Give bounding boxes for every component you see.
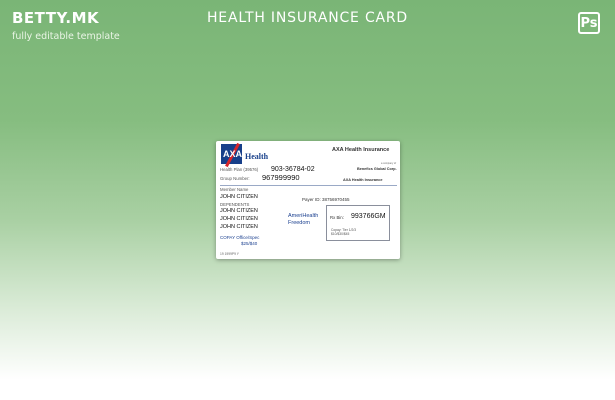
plan-name: AmeriHealth: [288, 213, 319, 219]
logo-text: AXA: [223, 149, 243, 159]
group-number-label: Group Number:: [220, 176, 250, 181]
dependents-label: DEPENDENTS: [220, 202, 250, 207]
dependent-name: JOHN CITIZEN: [220, 216, 258, 222]
parent-company: Benefics Global Corp.: [357, 167, 397, 171]
plan-name-line-2: Freedom: [288, 220, 311, 226]
member-name: JOHN CITIZEN: [220, 194, 258, 200]
dependent-name: JOHN CITIZEN: [220, 208, 258, 214]
photoshop-icon: Ps: [578, 12, 600, 34]
page-title: HEALTH INSURANCE CARD: [206, 10, 409, 26]
axa-logo-icon: AXA: [221, 142, 243, 168]
group-number-value: 967999990: [262, 173, 300, 182]
copay-amounts: $25/$40: [241, 241, 258, 246]
insurer-name: AXA Health Insurance: [332, 147, 390, 153]
health-plan-label: Health Plan (39576): [220, 167, 259, 172]
insurer-fine-print: a company of: [381, 162, 397, 165]
logo-word: Health: [245, 152, 269, 161]
card-serial: 19 1999P9 Y: [220, 252, 240, 256]
member-name-label: Member Name: [220, 187, 249, 192]
payer-id: Payer ID: 38756970455: [302, 197, 350, 202]
insurer-name-small: AXA Health Insurance: [343, 178, 383, 182]
health-plan-value: 903-36784-02: [271, 166, 315, 173]
dependent-name: JOHN CITIZEN: [220, 224, 258, 230]
rx-bin-label: Rx Bin:: [330, 215, 344, 220]
rx-bin-value: 993766GM: [351, 213, 386, 220]
copay-label: COPAY Office/Spec: [220, 235, 260, 240]
insurance-card: AXA Health AXA Health Insurance a compan…: [216, 141, 400, 259]
divider: [220, 185, 397, 186]
rx-copay-amounts: $10/$30/$45: [331, 232, 350, 236]
tagline: fully editable template: [12, 31, 120, 42]
